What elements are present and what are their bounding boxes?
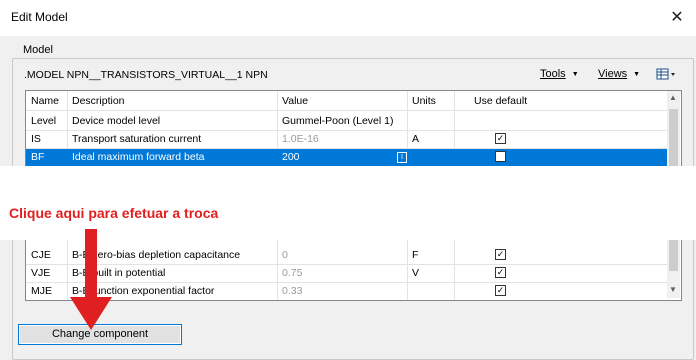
header-description[interactable]: Description xyxy=(72,95,125,107)
tools-menu[interactable]: Tools ▼ xyxy=(540,68,579,80)
scroll-up-icon[interactable]: ▲ xyxy=(669,93,677,102)
edit-model-window: Edit Model ✕ Model .MODEL NPN__TRANSISTO… xyxy=(0,0,696,360)
table-row[interactable]: Level Device model level Gummel-Poon (Le… xyxy=(26,113,668,131)
title-bar: Edit Model ✕ xyxy=(0,0,696,36)
row-name: VJE xyxy=(31,267,51,279)
table-row[interactable]: MJE B-E junction exponential factor 0.33… xyxy=(26,283,668,300)
row-name: Level xyxy=(31,115,57,127)
table-row[interactable]: IS Transport saturation current 1.0E-16 … xyxy=(26,131,668,149)
chevron-down-icon: ▼ xyxy=(633,71,641,78)
table-row[interactable]: CJE B-E zero-bias depletion capacitance … xyxy=(26,247,668,265)
header-value[interactable]: Value xyxy=(282,95,308,107)
row-name: IS xyxy=(31,133,41,145)
table-row[interactable]: VJE B-E built in potential 0.75 V ✓ xyxy=(26,265,668,283)
window-title: Edit Model xyxy=(11,10,68,24)
row-value[interactable]: 200 xyxy=(282,151,300,163)
row-name: MJE xyxy=(31,285,52,297)
use-default-checkbox[interactable] xyxy=(495,151,506,162)
table-header: Name Description Value Units Use default xyxy=(26,93,668,111)
row-description: B-E zero-bias depletion capacitance xyxy=(72,249,241,261)
row-units: V xyxy=(412,267,420,279)
row-value[interactable]: 0.33 xyxy=(282,285,302,297)
annotation-text: Clique aqui para efetuar a troca xyxy=(9,205,219,221)
close-icon[interactable]: ✕ xyxy=(664,5,690,31)
table-options-icon[interactable] xyxy=(656,67,676,81)
table-row-selected[interactable]: BF Ideal maximum forward beta 200 I xyxy=(26,149,668,167)
change-component-button[interactable]: Change component xyxy=(18,324,182,345)
header-use-default[interactable]: Use default xyxy=(474,95,527,107)
row-description: Ideal maximum forward beta xyxy=(72,151,205,163)
row-units: A xyxy=(412,133,420,145)
row-description: B-E built in potential xyxy=(72,267,166,279)
use-default-checkbox[interactable]: ✓ xyxy=(495,133,506,144)
views-menu-label: Views xyxy=(598,68,628,80)
header-units[interactable]: Units xyxy=(412,95,436,107)
scroll-down-icon[interactable]: ▼ xyxy=(669,285,677,294)
views-menu[interactable]: Views ▼ xyxy=(598,68,640,80)
row-value[interactable]: 0.75 xyxy=(282,267,302,279)
use-default-checkbox[interactable]: ✓ xyxy=(495,285,506,296)
use-default-checkbox[interactable]: ✓ xyxy=(495,249,506,260)
annotation-overlay xyxy=(0,166,696,240)
use-default-checkbox[interactable]: ✓ xyxy=(495,267,506,278)
model-group-label: Model xyxy=(20,44,56,56)
header-name[interactable]: Name xyxy=(31,95,59,107)
row-description: B-E junction exponential factor xyxy=(72,285,215,297)
row-value[interactable]: Gummel-Poon (Level 1) xyxy=(282,115,393,127)
model-definition: .MODEL NPN__TRANSISTORS_VIRTUAL__1 NPN xyxy=(24,69,268,81)
row-description: Device model level xyxy=(72,115,161,127)
cursor-icon: I xyxy=(397,152,407,163)
row-value[interactable]: 0 xyxy=(282,249,288,261)
row-description: Transport saturation current xyxy=(72,133,202,145)
row-name: CJE xyxy=(31,249,51,261)
row-name: BF xyxy=(31,151,45,163)
chevron-down-icon: ▼ xyxy=(571,71,579,78)
row-value[interactable]: 1.0E-16 xyxy=(282,133,319,145)
row-units: F xyxy=(412,249,419,261)
tools-menu-label: Tools xyxy=(540,68,566,80)
